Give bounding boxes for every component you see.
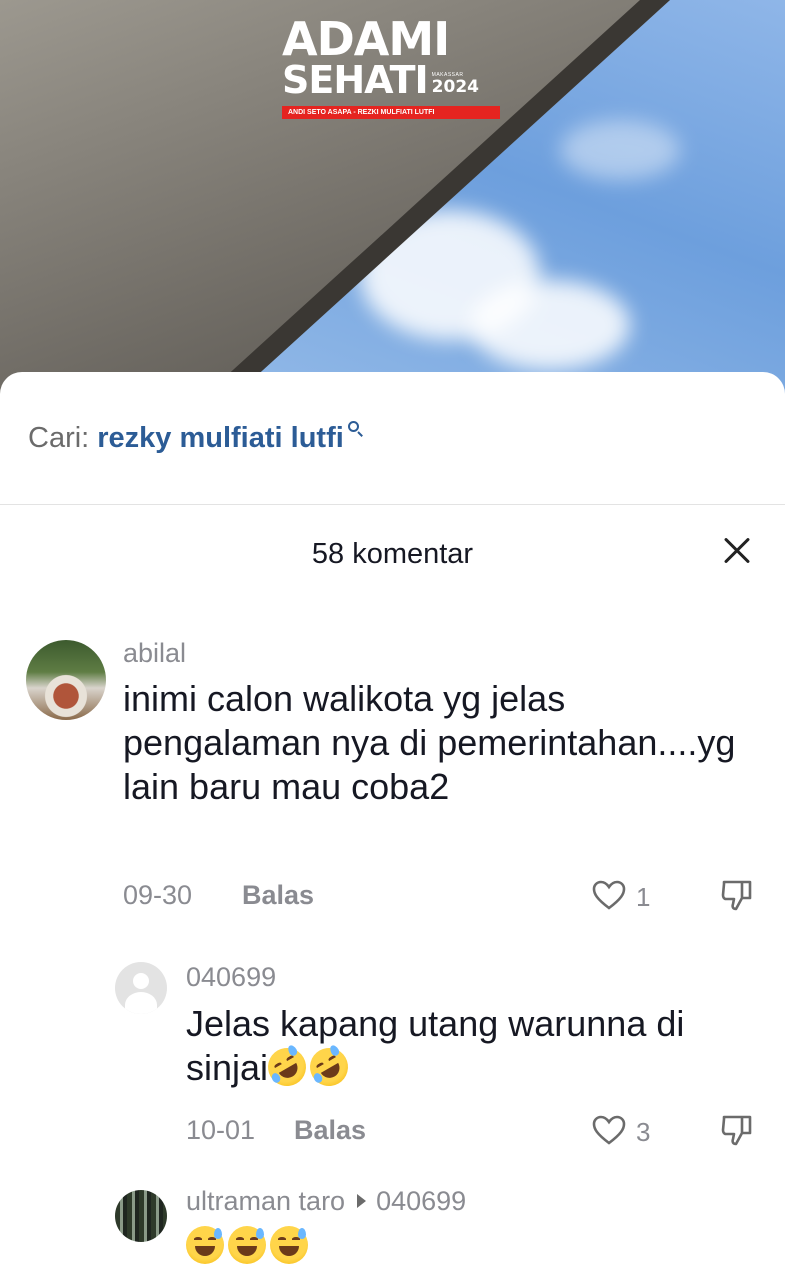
- comment-count-title: 58 komentar: [311, 538, 474, 570]
- logo-tagline: ANDI SETO ASAPA - REZKI MULFIATI LUTFI: [282, 106, 500, 119]
- comment-date: 09-30: [123, 880, 193, 910]
- comment-text: inimi calon walikota yg jelas pengalaman…: [123, 678, 736, 807]
- divider: [0, 504, 785, 505]
- comment-username[interactable]: ultraman taro: [186, 1186, 345, 1216]
- sweat-smile-emoji-icon: [228, 1226, 266, 1264]
- rofl-emoji-icon: [261, 1041, 314, 1093]
- comment-text: Jelas kapang utang warunna di sinjai: [186, 1002, 746, 1093]
- search-icon: [347, 420, 365, 438]
- sweat-smile-emoji-icon: [186, 1226, 224, 1264]
- comment-text: [186, 1224, 312, 1268]
- dislike-icon[interactable]: [720, 878, 754, 912]
- comment-date: 10-01: [186, 1115, 256, 1145]
- comment-username-row: ultraman taro 040699: [186, 1186, 466, 1217]
- campaign-logo: ADAMI SEHATI MAKASSAR 2024 ANDI SETO ASA…: [282, 12, 504, 119]
- comment-username[interactable]: abilal: [123, 638, 186, 669]
- comment-text-body: Jelas kapang utang warunna di sinjai: [186, 1003, 685, 1088]
- heart-icon[interactable]: [592, 880, 626, 910]
- avatar[interactable]: [26, 640, 106, 720]
- cloud: [560, 120, 680, 180]
- rofl-emoji-icon: [303, 1041, 356, 1093]
- search-term-link[interactable]: rezky mulfiati lutfi: [97, 422, 344, 455]
- avatar-default[interactable]: [115, 962, 167, 1014]
- logo-title-line2: SEHATI: [282, 58, 429, 102]
- video-background[interactable]: ADAMI SEHATI MAKASSAR 2024 ANDI SETO ASA…: [0, 0, 785, 400]
- logo-title-line1: ADAMI: [282, 12, 450, 66]
- comment-sheet: Cari: rezky mulfiati lutfi 58 komentar a…: [0, 372, 785, 1280]
- close-icon[interactable]: [718, 532, 756, 570]
- heart-icon[interactable]: [592, 1115, 626, 1145]
- sweat-smile-emoji-icon: [270, 1226, 308, 1264]
- cloud: [470, 280, 630, 370]
- avatar[interactable]: [115, 1190, 167, 1242]
- reply-arrow-icon: [357, 1194, 367, 1209]
- search-prefix: Cari:: [28, 422, 90, 454]
- reply-button[interactable]: Balas: [294, 1115, 366, 1146]
- logo-year: 2024: [431, 77, 479, 97]
- like-count: 1: [636, 882, 651, 912]
- dislike-icon[interactable]: [720, 1113, 754, 1147]
- search-suggestion[interactable]: Cari: rezky mulfiati lutfi: [28, 420, 365, 455]
- reply-to-username[interactable]: 040699: [376, 1186, 466, 1216]
- like-count: 3: [636, 1117, 651, 1147]
- reply-button[interactable]: Balas: [242, 880, 314, 911]
- comment-username[interactable]: 040699: [186, 962, 276, 993]
